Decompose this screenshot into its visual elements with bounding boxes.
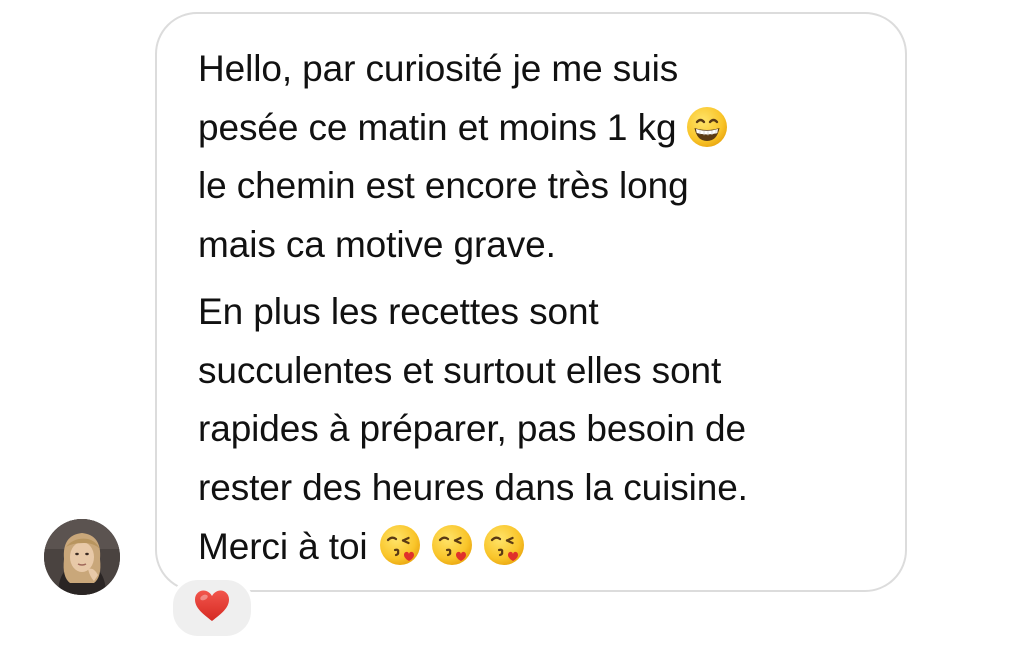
message-line-text: Merci à toi (198, 525, 368, 567)
face-blowing-kiss-icon (482, 523, 528, 569)
message-line: succulentes et surtout elles sont (198, 349, 722, 391)
message-text: Hello, par curiosité je me suis pesée ce… (198, 40, 888, 576)
profile-photo (44, 519, 120, 595)
message-paragraph-2: En plus les recettes sont succulentes et… (198, 283, 888, 577)
face-blowing-kiss-icon (430, 523, 476, 569)
grinning-face-with-smiling-eyes-icon (686, 106, 728, 148)
message-line-text: pesée ce matin et moins 1 kg (198, 106, 677, 148)
red-heart-icon (193, 589, 231, 628)
reaction-badge[interactable] (170, 577, 254, 639)
message-line-with-emoji: pesée ce matin et moins 1 kg (198, 99, 888, 158)
avatar[interactable] (44, 519, 120, 595)
message-line-with-emoji: Merci à toi (198, 518, 888, 577)
message-line: le chemin est encore très long (198, 165, 689, 207)
face-blowing-kiss-icon (378, 523, 424, 569)
message-paragraph-1: Hello, par curiosité je me suis pesée ce… (198, 40, 888, 275)
message-line: mais ca motive grave. (198, 224, 556, 266)
message-line: Hello, par curiosité je me suis (198, 48, 679, 89)
message-line: rapides à préparer, pas besoin de (198, 408, 746, 450)
message-line: rester des heures dans la cuisine. (198, 466, 748, 508)
message-line: En plus les recettes sont (198, 290, 599, 332)
